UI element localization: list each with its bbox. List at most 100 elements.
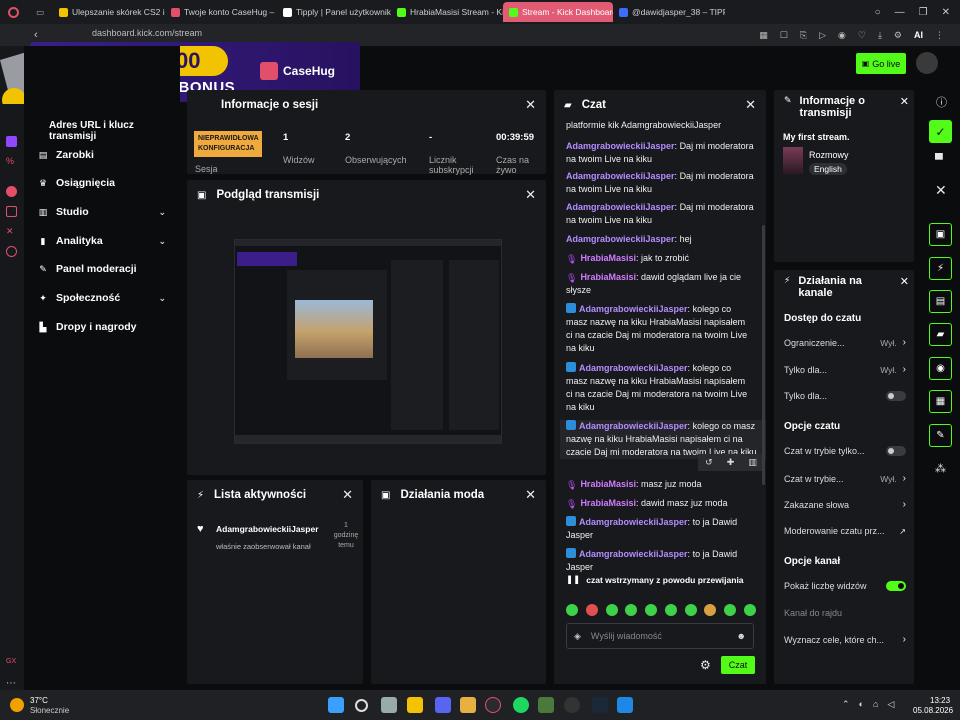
checkmark-button[interactable]: ✓: [929, 120, 952, 143]
emoji-icon[interactable]: ☻: [737, 631, 746, 641]
tab-2[interactable]: Twoje konto CaseHug – Ek: [165, 2, 277, 22]
screenshot-icon[interactable]: ⎘: [800, 30, 807, 41]
youtube-icon[interactable]: [6, 186, 17, 197]
clock-time[interactable]: 13:23: [930, 696, 950, 705]
app-blue-icon[interactable]: [617, 697, 633, 713]
chevron-up-icon[interactable]: ⌃: [842, 699, 850, 710]
raid-channel-setting[interactable]: Kanał do rajdu: [784, 608, 906, 618]
more-icon[interactable]: ⋮: [935, 30, 944, 41]
sidebar-item-community[interactable]: ✦ Społeczność ⌄: [38, 292, 166, 304]
chat-paused-notice[interactable]: ❚❚ czat wstrzymany z powodu przewijania: [566, 574, 758, 585]
network-icon[interactable]: ⌂: [873, 699, 878, 710]
maximize-icon[interactable]: ❐: [919, 7, 928, 18]
show-viewers-setting[interactable]: Pokaż liczbę widzów: [784, 581, 906, 591]
spotify-icon[interactable]: [513, 697, 529, 713]
close-icon[interactable]: ✕: [900, 275, 909, 299]
tool-button-broadcast[interactable]: ◉: [929, 357, 952, 380]
close-icon[interactable]: ✕: [525, 487, 536, 503]
clock-icon[interactable]: [6, 246, 17, 257]
chat-mode-setting[interactable]: Czat w trybie... Wył. ›: [784, 473, 906, 484]
percent-icon[interactable]: %: [6, 156, 17, 167]
gx-icon[interactable]: GX: [6, 658, 17, 669]
trash-icon[interactable]: ▥: [748, 457, 757, 468]
emote-icon[interactable]: [704, 604, 717, 616]
file-explorer-icon[interactable]: [407, 697, 423, 713]
mic-icon[interactable]: ◐: [859, 699, 864, 710]
slow-mode-setting[interactable]: Czat w trybie tylko...: [784, 446, 906, 456]
tool-button-bolt[interactable]: ⚡: [929, 257, 952, 280]
url-text[interactable]: dashboard.kick.com/stream: [92, 28, 202, 38]
emote-icon[interactable]: [566, 604, 578, 616]
sidebar-item-moderation[interactable]: ✎ Panel moderacji: [38, 263, 166, 275]
chat-input[interactable]: ◈ Wyślij wiadomość ☻: [566, 623, 754, 649]
emote-icon[interactable]: [645, 604, 658, 616]
download-icon[interactable]: ⤓: [878, 30, 882, 41]
twitch-icon[interactable]: [6, 136, 17, 147]
volume-icon[interactable]: ◁: [887, 699, 894, 710]
only-for-setting-2[interactable]: Tylko dla...: [784, 391, 906, 401]
restricted-setting[interactable]: Ograniczenie... Wył. ›: [784, 337, 906, 348]
tool-button-screen[interactable]: ▣: [929, 223, 952, 246]
minimize-icon[interactable]: —: [895, 7, 905, 18]
close-icon[interactable]: ✕: [342, 487, 353, 503]
chat-settings-icon[interactable]: ⚙: [700, 658, 711, 672]
only-for-setting-1[interactable]: Tylko dla... Wył. ›: [784, 364, 906, 375]
sidebar-item-studio[interactable]: ▥ Studio ⌄: [38, 206, 166, 218]
sidebar-item-analytics[interactable]: ▮ Analityka ⌄: [38, 235, 166, 247]
discord-icon[interactable]: [435, 697, 451, 713]
sidebar-item-achievements[interactable]: ♛ Osiągnięcia: [38, 177, 166, 189]
slow-mode-toggle[interactable]: [886, 446, 906, 456]
ai-button[interactable]: AI: [914, 30, 923, 41]
apps-icon[interactable]: ⁂: [935, 462, 946, 475]
close-window-icon[interactable]: ✕: [942, 7, 950, 18]
close-icon[interactable]: ✕: [525, 97, 536, 113]
tab-4[interactable]: HrabiaMasisi Stream - Kick: [391, 2, 503, 22]
camera-icon[interactable]: ◉: [838, 30, 846, 41]
game-icon[interactable]: [6, 206, 17, 217]
steam-icon[interactable]: [592, 697, 608, 713]
browser-sidebar-icon[interactable]: ▭: [27, 2, 53, 22]
emote-icon[interactable]: [585, 604, 598, 616]
tab-active[interactable]: Stream - Kick Dashboard: [503, 2, 613, 22]
category-name[interactable]: Rozmowy: [809, 150, 849, 160]
tab-1[interactable]: Ulepszanie skórek CS2 i ulu: [53, 2, 165, 22]
emote-icon[interactable]: [605, 604, 618, 616]
stream-preview-video[interactable]: [234, 239, 502, 444]
sidebar-item-earnings[interactable]: ▤ Zarobki: [38, 149, 166, 161]
more-rail-icon[interactable]: ⋯: [6, 678, 17, 689]
app-icon[interactable]: [538, 697, 554, 713]
go-live-button[interactable]: ▣ Go live: [856, 53, 906, 74]
goals-setting[interactable]: Wyznacz cele, które ch... ›: [784, 634, 906, 645]
cross-icon[interactable]: ✕: [6, 226, 17, 237]
weather-temp[interactable]: 37°C: [30, 696, 48, 705]
layout-icon[interactable]: ▀: [935, 154, 943, 166]
shield-icon[interactable]: ▷: [819, 30, 826, 41]
window-controls[interactable]: ○ — ❐ ✕: [875, 7, 960, 18]
emote-icon[interactable]: [743, 604, 756, 616]
sidebar-item-stream-key[interactable]: Adres URL i klucz transmisji: [49, 120, 180, 142]
windows-start-icon[interactable]: [328, 697, 344, 713]
chat-send-button[interactable]: Czat: [721, 656, 755, 674]
close-icon[interactable]: ✕: [745, 97, 756, 113]
chat-scrollbar[interactable]: [762, 225, 765, 485]
activity-user[interactable]: AdamgrabowieckiiJasper: [216, 524, 319, 534]
show-viewers-toggle[interactable]: [886, 581, 906, 591]
folder-icon[interactable]: [460, 697, 476, 713]
close-icon[interactable]: ✕: [935, 182, 947, 199]
pin-icon[interactable]: ✚: [727, 457, 735, 468]
emote-icon[interactable]: [684, 604, 697, 616]
tab-6[interactable]: @dawidjasper_38 – TIPPLY: [613, 2, 725, 22]
emote-icon[interactable]: [724, 604, 737, 616]
tab-3[interactable]: Tipply | Panel użytkownika: [277, 2, 391, 22]
sidebar-item-drops[interactable]: ▙ Dropy i nagrody: [38, 321, 166, 333]
tool-button-wrench[interactable]: ✎: [929, 424, 952, 447]
opera-gx-icon[interactable]: [485, 697, 501, 713]
settings-icon[interactable]: ⚙: [894, 30, 902, 41]
chat-moderation-setting[interactable]: Moderowanie czatu prz... ↗: [784, 526, 906, 536]
emote-icon[interactable]: [664, 604, 677, 616]
user-avatar[interactable]: [916, 52, 938, 74]
extension-icon[interactable]: ▦: [759, 30, 768, 41]
tool-button-chat[interactable]: ▰: [929, 323, 952, 346]
close-icon[interactable]: ✕: [525, 187, 536, 203]
info-icon[interactable]: ⓘ: [936, 94, 947, 110]
